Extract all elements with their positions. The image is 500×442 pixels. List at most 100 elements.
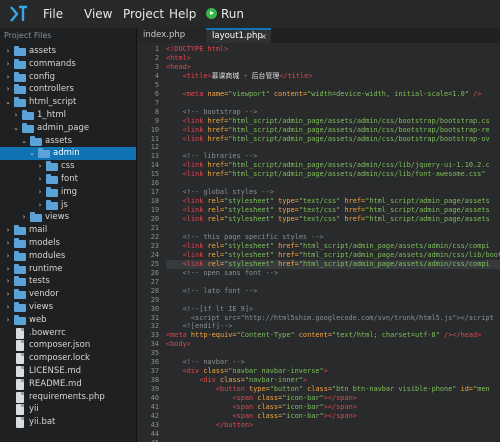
chevron-down-icon[interactable]: ⌄: [20, 135, 28, 148]
tree-item-modules[interactable]: › modules: [0, 250, 136, 263]
tree-item-assets[interactable]: › assets: [0, 45, 136, 58]
menu-view[interactable]: View: [84, 0, 112, 28]
code-line: <div class="navbar-inner">: [166, 376, 307, 385]
menu-file[interactable]: File: [43, 0, 63, 28]
folder-icon: [14, 289, 26, 300]
tree-item-views[interactable]: › views: [0, 301, 136, 314]
code-line: <meta http-equiv="Content-Type" content=…: [166, 331, 481, 340]
tree-item-font[interactable]: › font: [0, 173, 136, 186]
chevron-right-icon[interactable]: ›: [4, 275, 12, 288]
tree-item-label: models: [29, 238, 60, 248]
tree-item-html-script[interactable]: ⌄ html_script: [0, 96, 136, 109]
folder-icon: [14, 276, 26, 287]
chevron-right-icon[interactable]: ›: [36, 199, 44, 212]
chevron-right-icon[interactable]: ›: [36, 173, 44, 186]
code-token: "stylesheet": [224, 259, 279, 268]
folder-icon: [14, 238, 26, 248]
tree-item-tests[interactable]: › tests: [0, 275, 136, 288]
code-token: href=: [278, 250, 299, 259]
tree-item-web[interactable]: › web: [0, 314, 136, 327]
chevron-right-icon[interactable]: ›: [4, 314, 12, 327]
code-line: <link href="html_script/admin_page/asset…: [166, 135, 490, 144]
chevron-right-icon[interactable]: ›: [4, 83, 12, 96]
chevron-right-icon[interactable]: ›: [4, 45, 12, 58]
code-area[interactable]: <!DOCTYPE html> <html> <head> <title>慕课商城 …: [166, 43, 500, 442]
tree-item-mail[interactable]: › mail: [0, 224, 136, 237]
tree-item-vendor[interactable]: › vendor: [0, 288, 136, 301]
chevron-right-icon[interactable]: ›: [36, 160, 44, 173]
code-token: href=: [207, 134, 229, 143]
tree-item-config[interactable]: › config: [0, 71, 136, 84]
tree-item-bowerrc[interactable]: .bowerrc: [0, 327, 136, 340]
chevron-right-icon[interactable]: ›: [4, 250, 12, 263]
chevron-right-icon[interactable]: ›: [4, 301, 12, 314]
tree-item-yii[interactable]: yii: [0, 403, 136, 416]
tab-layout1-php[interactable]: layout1.php ×: [206, 28, 271, 43]
code-line: <link rel="stylesheet" href="html_script…: [166, 242, 490, 251]
code-token: "icon-bar": [282, 411, 324, 420]
line-number: 24: [150, 250, 159, 259]
chevron-right-icon[interactable]: ›: [4, 237, 12, 250]
code-token: class=: [257, 394, 283, 403]
code-token: <button: [215, 385, 249, 394]
tree-item-commands[interactable]: › commands: [0, 58, 136, 71]
tree-item-admin[interactable]: ⌄ admin: [0, 147, 136, 161]
code-token: <link: [182, 170, 208, 179]
code-line: <title>慕课商城 - 后台管理</title>: [166, 72, 313, 81]
tree-item-license-md[interactable]: LICENSE.md: [0, 365, 136, 378]
chevron-right-icon[interactable]: ›: [12, 109, 20, 122]
chevron-down-icon[interactable]: ⌄: [4, 96, 12, 109]
code-line: <span class="icon-bar"></span>: [166, 412, 357, 421]
line-number: 21: [150, 224, 159, 232]
tree-item-controllers[interactable]: › controllers: [0, 83, 136, 96]
file-icon: [16, 340, 24, 352]
chevron-right-icon[interactable]: ›: [4, 58, 12, 71]
code-token: "button": [269, 385, 308, 394]
code-line: <![endif]-->: [166, 322, 233, 331]
code-line: <link href="html_script/admin_page/asset…: [166, 170, 486, 179]
chevron-right-icon[interactable]: ›: [20, 211, 28, 224]
tree-item-models[interactable]: › models: [0, 237, 136, 250]
code-line: <link rel="stylesheet" href="html_script…: [166, 251, 500, 260]
file-icon: [16, 417, 24, 429]
chevron-right-icon[interactable]: ›: [36, 186, 44, 199]
code-token: class=: [257, 403, 283, 411]
tree-item-requirements-php[interactable]: requirements.php: [0, 391, 136, 404]
tree-item-label: controllers: [29, 84, 74, 95]
line-number-gutter: 1 2 3 4 5 6 7 8 9 10 11 12 13 14 15 16 17 18 19 20 21 22 23 24 2…: [137, 43, 163, 442]
tree-item-img[interactable]: › img: [0, 186, 136, 199]
menu-help[interactable]: Help: [169, 0, 196, 28]
tree-item-css[interactable]: › css: [0, 160, 136, 173]
code-line: <!-- libraries -->: [166, 152, 258, 161]
tree-item-admin-page[interactable]: ⌄ admin_page: [0, 122, 136, 135]
chevron-down-icon[interactable]: ⌄: [12, 122, 20, 135]
run-button[interactable]: Run: [206, 0, 244, 28]
menu-project[interactable]: Project: [123, 0, 164, 28]
chevron-right-icon[interactable]: ›: [4, 288, 12, 301]
code-token: href=: [207, 116, 229, 125]
tree-item-assets[interactable]: ⌄ assets: [0, 135, 136, 148]
tree-item-composer-json[interactable]: composer.json: [0, 339, 136, 352]
code-token: type=: [278, 215, 299, 224]
tree-item-composer-lock[interactable]: composer.lock: [0, 352, 136, 365]
tree-item-views[interactable]: › views: [0, 211, 136, 224]
folder-icon: [14, 46, 26, 56]
tree-item-yii-bat[interactable]: yii.bat: [0, 416, 136, 429]
code-token: "html_script/admin_page/assets: [365, 215, 490, 224]
code-token: type=: [278, 206, 299, 215]
tree-item-runtime[interactable]: › runtime: [0, 263, 136, 276]
tree-item-readme-md[interactable]: README.md: [0, 378, 136, 391]
chevron-down-icon[interactable]: ⌄: [28, 147, 36, 160]
line-number: 6: [154, 89, 159, 98]
chevron-right-icon[interactable]: ›: [4, 71, 12, 84]
chevron-right-icon[interactable]: ›: [4, 224, 12, 237]
code-token: "width=device-width, initial-scale=1.0": [307, 89, 469, 98]
close-icon[interactable]: ×: [260, 30, 267, 43]
chevron-right-icon[interactable]: ›: [4, 263, 12, 276]
tab-index-php[interactable]: index.php: [137, 28, 205, 43]
tree-item-js[interactable]: › js: [0, 199, 136, 212]
tree-item-1-html[interactable]: › 1_html: [0, 109, 136, 122]
